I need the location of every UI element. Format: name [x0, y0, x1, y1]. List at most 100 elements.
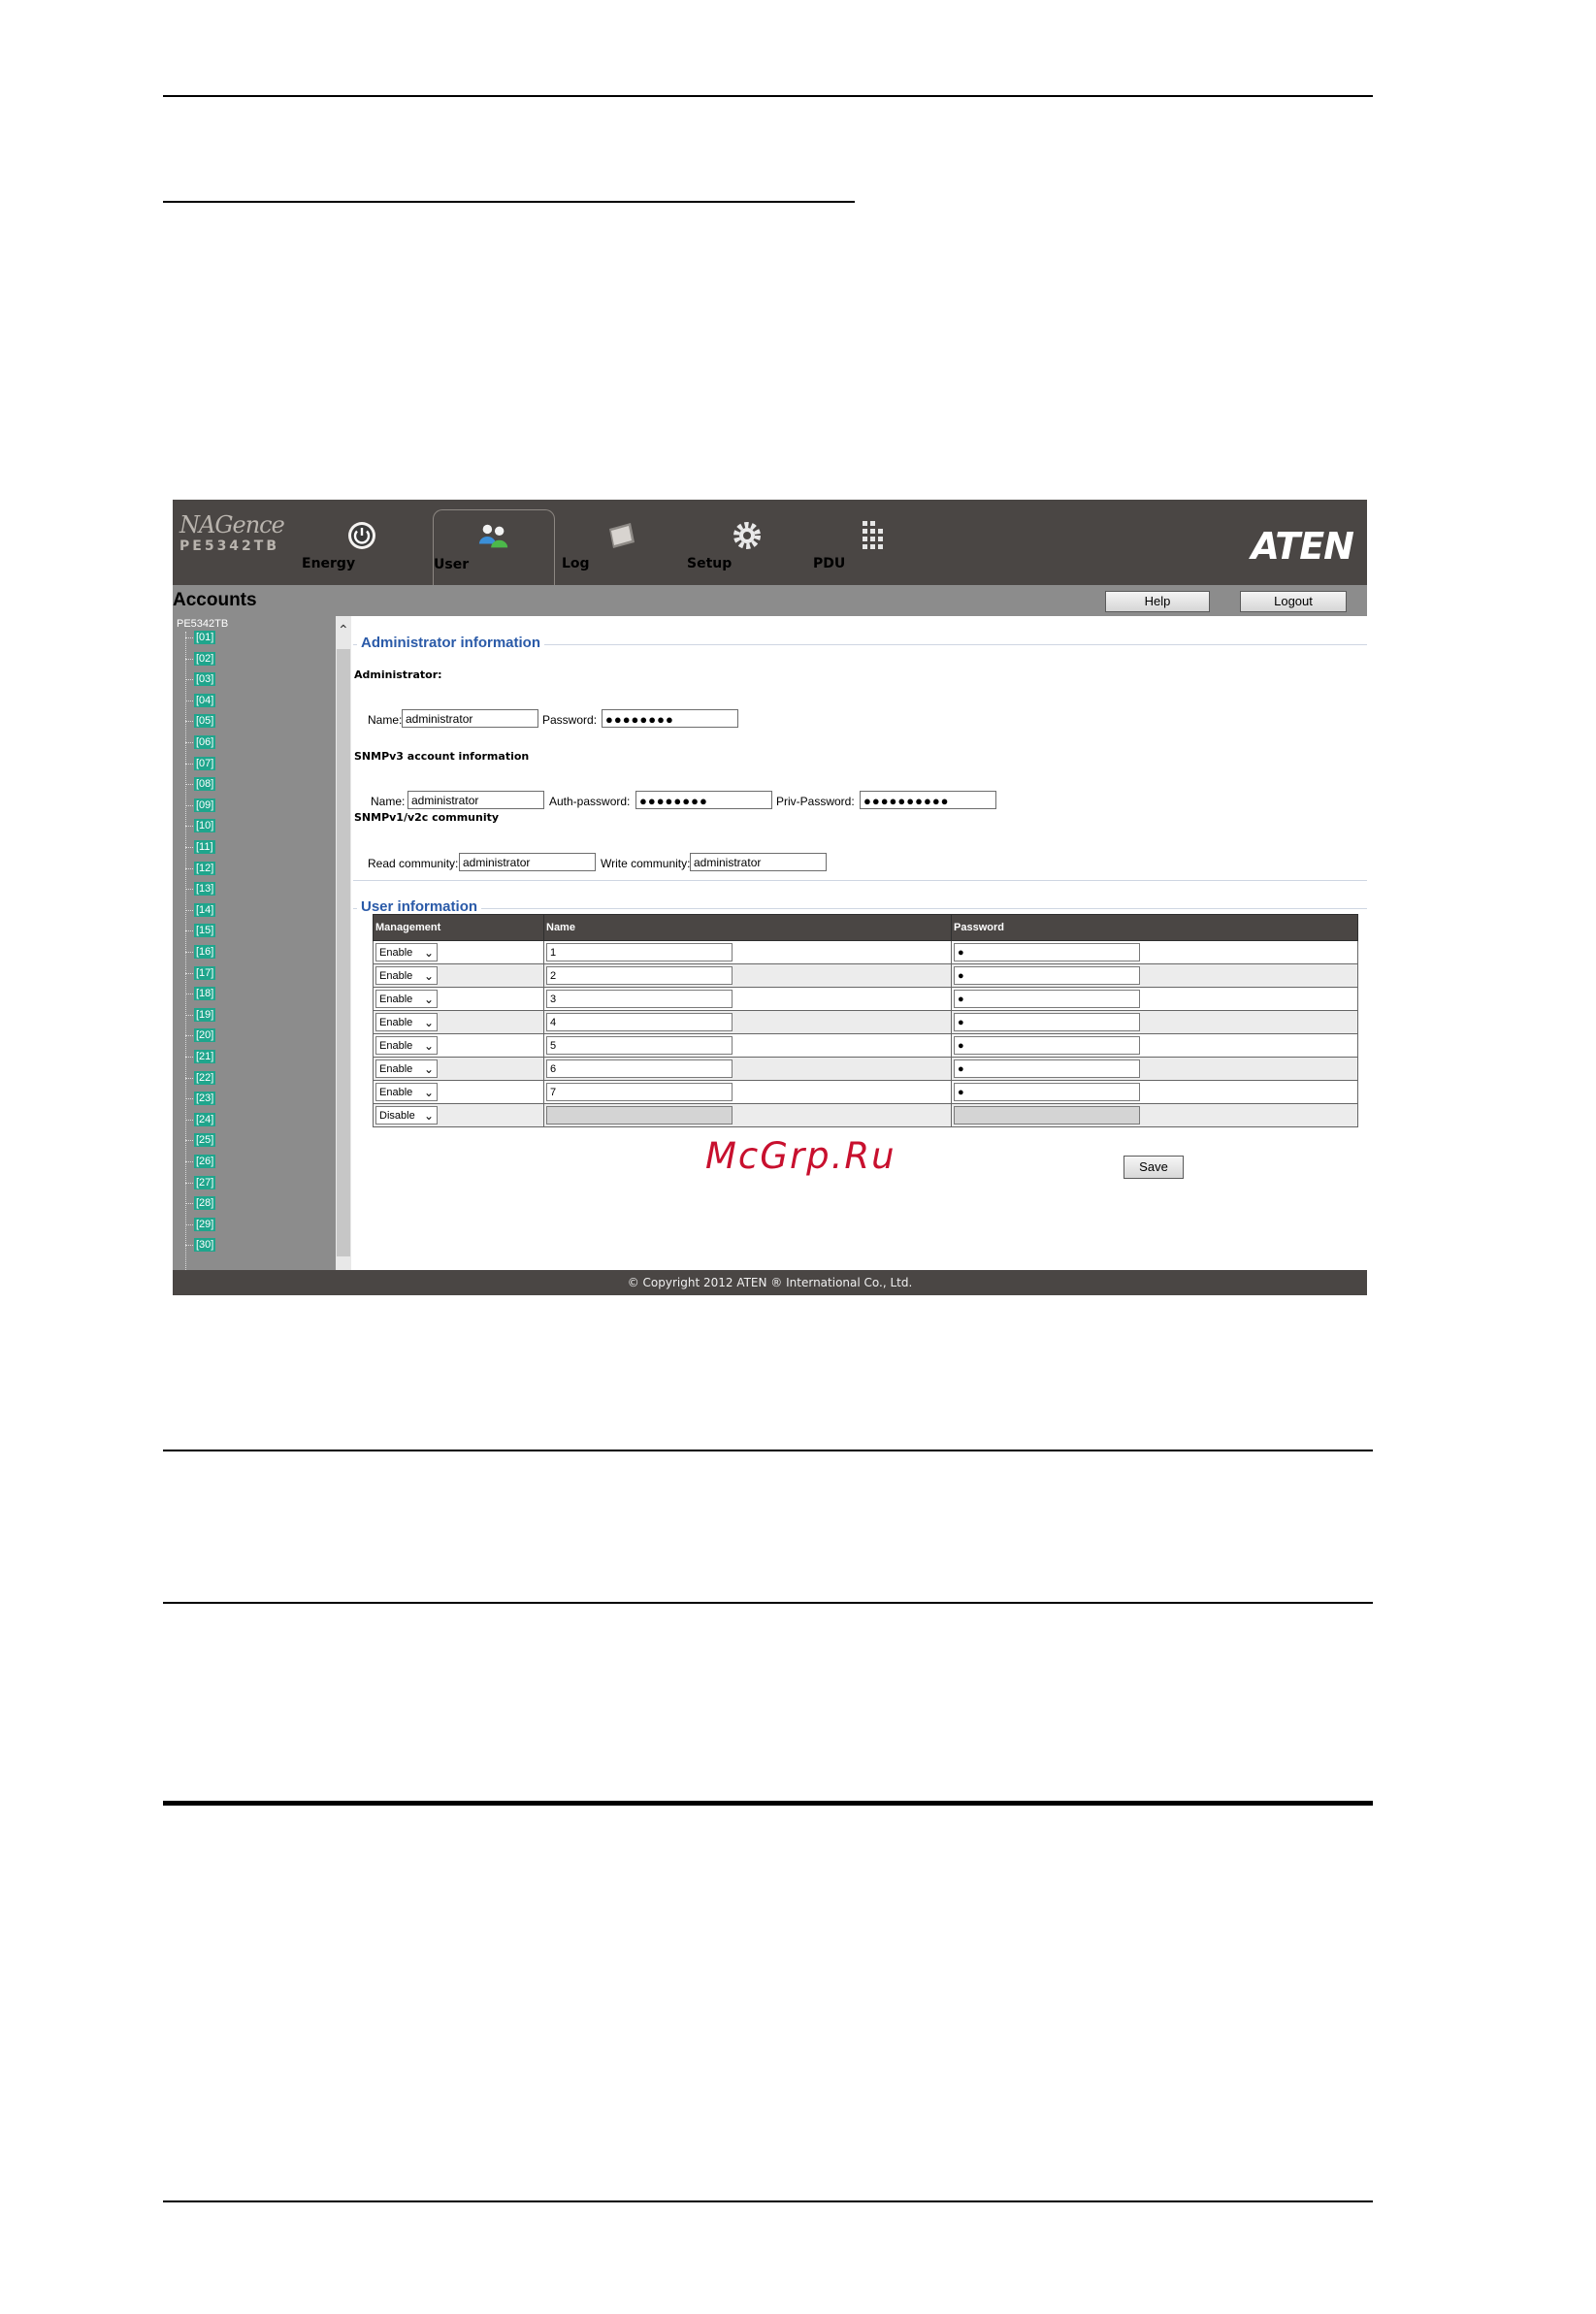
snmpv3-name-input[interactable]: administrator [407, 791, 544, 809]
tree-port-item[interactable]: [21] [184, 1050, 216, 1063]
tree-port-item[interactable]: [09] [184, 798, 216, 812]
user-password-input[interactable]: ● [954, 1013, 1140, 1031]
bottom-rule [163, 2200, 1373, 2202]
chevron-down-icon: ⌄ [423, 1039, 434, 1053]
tab-log[interactable]: Log [562, 509, 682, 585]
management-cell: Enable ⌄ [373, 963, 544, 988]
tree-port-item[interactable]: [03] [184, 672, 216, 687]
name-cell: 7 [543, 1080, 952, 1104]
tree-port-item[interactable]: [18] [184, 987, 216, 1001]
tree-port-item[interactable]: [24] [184, 1112, 216, 1126]
tree-port-item[interactable]: [28] [184, 1196, 216, 1211]
tree-port-item[interactable]: [23] [184, 1092, 216, 1106]
tree-port-item[interactable]: [27] [184, 1175, 216, 1190]
management-cell: Enable ⌄ [373, 940, 544, 964]
tree-port-item[interactable]: [22] [184, 1070, 216, 1085]
tab-energy[interactable]: Energy [302, 509, 422, 585]
user-name-input[interactable]: 6 [546, 1059, 733, 1078]
scrollbar-thumb[interactable] [337, 649, 350, 1256]
write-community-input[interactable]: administrator [690, 853, 827, 871]
name-cell: 3 [543, 987, 952, 1011]
table-row: Enable ⌄ 5 ● [373, 1033, 1358, 1058]
tree-port-item[interactable]: [19] [184, 1007, 216, 1022]
sidebar-scrollbar[interactable]: ⌃ [336, 616, 351, 1270]
chevron-down-icon: ⌄ [423, 993, 434, 1006]
snmpv3-heading: SNMPv3 account information [354, 750, 530, 763]
tree-port-item[interactable]: [25] [184, 1133, 216, 1148]
table-row: Enable ⌄ 6 ● [373, 1057, 1358, 1081]
user-password-input[interactable]: ● [954, 990, 1140, 1008]
pdu-icon [857, 519, 890, 552]
brand-logo: NAGence [179, 511, 285, 538]
user-password-input[interactable] [954, 1106, 1140, 1124]
user-name-input[interactable]: 7 [546, 1083, 733, 1101]
user-name-input[interactable] [546, 1106, 733, 1124]
user-name-input[interactable]: 5 [546, 1036, 733, 1055]
user-section-title: User information [357, 898, 482, 915]
tree-port-item[interactable]: [20] [184, 1028, 216, 1043]
tree-port-item[interactable]: [16] [184, 945, 216, 959]
management-select[interactable]: Enable ⌄ [375, 990, 438, 1008]
read-community-input[interactable]: administrator [459, 853, 596, 871]
management-value: Enable [379, 1017, 413, 1028]
tree-port-item[interactable]: [11] [185, 840, 215, 854]
management-select[interactable]: Enable ⌄ [375, 1059, 438, 1078]
tree-port-item[interactable]: [07] [184, 756, 216, 770]
user-name-input[interactable]: 2 [546, 966, 733, 985]
password-cell [951, 1103, 1358, 1127]
tree-port-item[interactable]: [29] [184, 1217, 216, 1231]
save-button[interactable]: Save [1124, 1156, 1184, 1179]
table-row: Enable ⌄ 2 ● [373, 963, 1358, 988]
tree-port-item[interactable]: [02] [184, 651, 216, 666]
admin-name-input[interactable]: administrator [402, 709, 538, 728]
tree-port-item[interactable]: [12] [184, 861, 216, 875]
user-name-input[interactable]: 4 [546, 1013, 733, 1031]
user-password-input[interactable]: ● [954, 1083, 1140, 1101]
management-cell: Disable ⌄ [373, 1103, 544, 1127]
name-cell: 4 [543, 1010, 952, 1034]
tree-port-item[interactable]: [05] [184, 714, 216, 729]
user-password-input[interactable]: ● [954, 966, 1140, 985]
tree-port-item[interactable]: [26] [184, 1155, 216, 1168]
tree-port-item[interactable]: [10] [184, 819, 216, 833]
management-select[interactable]: Enable ⌄ [375, 1013, 438, 1031]
tree-port-item[interactable]: [01] [184, 631, 216, 644]
tree-port-item[interactable]: [30] [184, 1238, 216, 1253]
tab-user[interactable]: User [433, 509, 555, 586]
tree-port-item[interactable]: [14] [184, 902, 216, 917]
management-value: Enable [379, 947, 413, 959]
management-select[interactable]: Disable ⌄ [375, 1106, 438, 1124]
tab-setup[interactable]: Setup [687, 509, 807, 585]
tree-port-item[interactable]: [06] [184, 735, 216, 749]
password-cell: ● [951, 1010, 1358, 1034]
tree-port-item[interactable]: [15] [184, 924, 216, 938]
scroll-up-arrow-icon[interactable]: ⌃ [338, 622, 349, 638]
management-select[interactable]: Enable ⌄ [375, 943, 438, 961]
tree-port-item[interactable]: [13] [184, 882, 216, 896]
management-select[interactable]: Enable ⌄ [375, 966, 438, 985]
management-select[interactable]: Enable ⌄ [375, 1036, 438, 1055]
copyright-footer: © Copyright 2012 ATEN ® International Co… [173, 1270, 1367, 1295]
tree-port-item[interactable]: [08] [184, 777, 216, 792]
priv-password-input[interactable]: ●●●●●●●●●● [860, 791, 996, 809]
logout-button[interactable]: Logout [1240, 591, 1347, 612]
table-row: Enable ⌄ 7 ● [373, 1080, 1358, 1104]
user-name-input[interactable]: 1 [546, 943, 733, 961]
column-management: Management [373, 914, 544, 941]
admin-password-input[interactable]: ●●●●●●●● [602, 709, 738, 728]
tree-port-item[interactable]: [17] [184, 965, 216, 980]
tree-root[interactable]: PE5342TB [177, 618, 228, 630]
help-button[interactable]: Help [1105, 591, 1210, 612]
administrator-heading: Administrator: [354, 668, 442, 681]
tab-user-label: User [434, 557, 470, 572]
user-password-input[interactable]: ● [954, 1059, 1140, 1078]
column-name: Name [543, 914, 952, 941]
chevron-down-icon: ⌄ [423, 1016, 434, 1029]
user-name-input[interactable]: 3 [546, 990, 733, 1008]
management-select[interactable]: Enable ⌄ [375, 1083, 438, 1101]
user-password-input[interactable]: ● [954, 943, 1140, 961]
user-password-input[interactable]: ● [954, 1036, 1140, 1055]
tree-port-item[interactable]: [04] [184, 693, 216, 707]
auth-password-input[interactable]: ●●●●●●●● [635, 791, 772, 809]
tab-pdu[interactable]: PDU [813, 509, 933, 585]
